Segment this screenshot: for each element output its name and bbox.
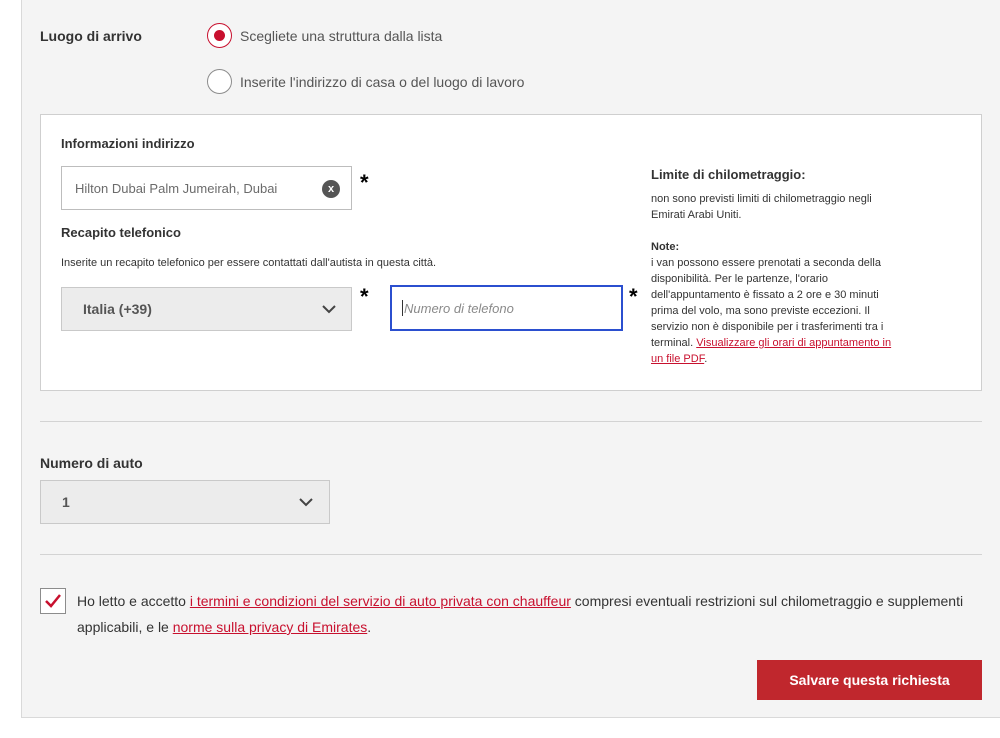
radio-option-home-address[interactable]: Inserite l'indirizzo di casa o del luogo… bbox=[207, 69, 524, 94]
terms-text: Ho letto e accetto i termini e condizion… bbox=[77, 588, 987, 640]
car-count-label: Numero di auto bbox=[40, 455, 143, 471]
note-end: . bbox=[704, 353, 708, 365]
mileage-limit-title: Limite di chilometraggio: bbox=[651, 167, 806, 182]
address-info-heading: Informazioni indirizzo bbox=[61, 136, 195, 151]
radio-option-label: Inserite l'indirizzo di casa o del luogo… bbox=[240, 73, 525, 90]
radio-button-unselected[interactable] bbox=[207, 69, 232, 94]
terms-text-1: Ho letto e accetto bbox=[77, 593, 190, 609]
required-asterisk: * bbox=[360, 284, 369, 309]
phone-description: Inserite un recapito telefonico per esse… bbox=[61, 257, 437, 269]
save-request-button[interactable]: Salvare questa richiesta bbox=[757, 660, 982, 700]
text-cursor bbox=[402, 300, 403, 316]
clear-icon[interactable]: x bbox=[322, 180, 340, 198]
note-heading: Note: bbox=[651, 241, 680, 253]
phone-placeholder: Numero di telefono bbox=[404, 300, 514, 316]
note-text-block: i van possono essere prenotati a seconda… bbox=[651, 255, 903, 367]
checkmark-icon bbox=[45, 594, 61, 608]
car-count-value: 1 bbox=[62, 494, 70, 510]
chevron-down-icon bbox=[322, 304, 336, 313]
address-info-box: Informazioni indirizzo Hilton Dubai Palm… bbox=[40, 114, 982, 391]
terms-checkbox[interactable] bbox=[40, 588, 66, 614]
chevron-down-icon bbox=[299, 497, 313, 506]
car-count-select[interactable]: 1 bbox=[40, 480, 330, 524]
mileage-limit-text: non sono previsti limiti di chilometragg… bbox=[651, 193, 872, 221]
section-divider bbox=[40, 554, 982, 555]
phone-heading: Recapito telefonico bbox=[61, 225, 181, 240]
terms-text-3: . bbox=[367, 619, 372, 635]
required-asterisk: * bbox=[360, 170, 369, 195]
terms-conditions-link[interactable]: i termini e condizioni del servizio di a… bbox=[190, 593, 571, 609]
note-text: i van possono essere prenotati a seconda… bbox=[651, 257, 884, 349]
address-input[interactable]: Hilton Dubai Palm Jumeirah, Dubai x bbox=[61, 166, 352, 210]
country-code-select[interactable]: Italia (+39) bbox=[61, 287, 352, 331]
info-sidebar: Limite di chilometraggio: non sono previ… bbox=[651, 167, 903, 367]
arrival-label: Luogo di arrivo bbox=[40, 28, 142, 44]
required-asterisk: * bbox=[629, 284, 638, 309]
section-divider bbox=[40, 421, 982, 422]
country-code-value: Italia (+39) bbox=[83, 301, 152, 317]
radio-option-label: Scegliete una struttura dalla lista bbox=[240, 27, 443, 44]
radio-option-facility[interactable]: Scegliete una struttura dalla lista bbox=[207, 23, 442, 48]
address-value: Hilton Dubai Palm Jumeirah, Dubai bbox=[75, 180, 278, 196]
privacy-policy-link[interactable]: norme sulla privacy di Emirates bbox=[173, 619, 368, 635]
radio-button-selected[interactable] bbox=[207, 23, 232, 48]
phone-number-input[interactable]: Numero di telefono bbox=[390, 285, 623, 331]
